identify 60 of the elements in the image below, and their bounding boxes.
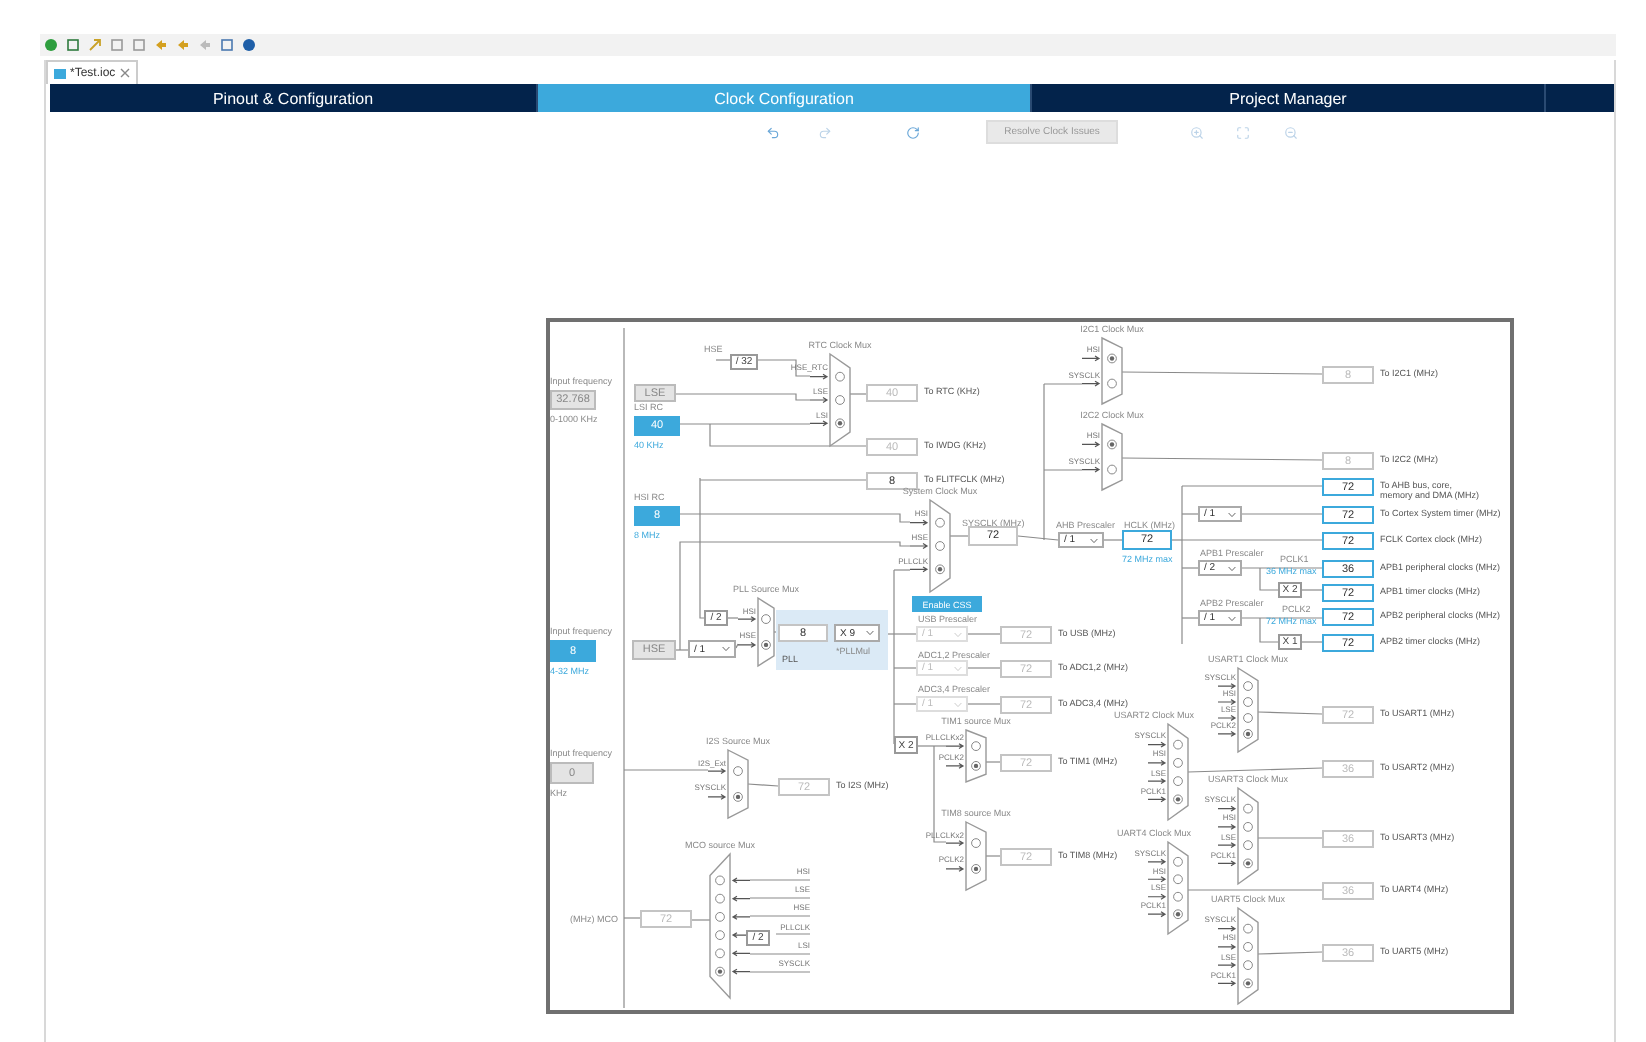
radio-button[interactable] [1243, 803, 1253, 814]
radio-button[interactable] [761, 614, 771, 624]
radio-button[interactable] [1243, 681, 1253, 691]
radio-button[interactable] [1243, 858, 1253, 869]
radio-button[interactable] [733, 766, 743, 776]
close-icon[interactable] [119, 68, 130, 78]
radio-button[interactable] [1173, 856, 1183, 867]
radio-button[interactable] [1243, 960, 1253, 970]
radio-button[interactable] [1107, 464, 1117, 475]
chevron-icon [866, 630, 874, 636]
radio-button[interactable] [835, 395, 845, 405]
radio-button[interactable] [835, 418, 845, 429]
radio-button[interactable] [1107, 353, 1117, 364]
refresh-icon[interactable] [902, 122, 922, 142]
radio-button[interactable] [715, 948, 725, 959]
chevron-icon [954, 701, 962, 707]
radio-button[interactable] [835, 371, 845, 382]
radio-button[interactable] [971, 864, 981, 874]
input-arrows-drawing [809, 373, 829, 427]
radio-button[interactable] [1243, 978, 1253, 989]
radio-button[interactable] [1173, 909, 1183, 920]
input-arrows-drawing [737, 616, 757, 648]
radio-button[interactable] [1243, 822, 1253, 832]
radio-button[interactable] [1173, 891, 1183, 902]
radio-button[interactable] [1173, 758, 1183, 768]
radio-button[interactable] [1173, 874, 1183, 885]
radio-button[interactable] [715, 875, 725, 886]
chevron-icon [1228, 565, 1236, 571]
radio-button[interactable] [1243, 942, 1253, 952]
radio-button[interactable] [935, 517, 945, 528]
undo-icon[interactable] [762, 122, 782, 142]
radio-button[interactable] [1243, 729, 1253, 739]
radio-button[interactable] [1107, 439, 1117, 450]
chevron-icon [1228, 511, 1236, 517]
chevron-icon [1090, 537, 1098, 543]
radio-button[interactable] [935, 564, 945, 575]
radio-button[interactable] [761, 640, 771, 650]
radio-button[interactable] [1243, 923, 1253, 934]
chevron-icon [1228, 615, 1236, 621]
radio-button[interactable] [1173, 739, 1183, 750]
radio-button[interactable] [715, 966, 725, 977]
main-tab[interactable]: Clock Configuration [538, 84, 1032, 112]
radio-button[interactable] [971, 741, 981, 751]
input-arrows-drawing [731, 877, 751, 975]
radio-button[interactable] [1173, 794, 1183, 805]
radio-button[interactable] [971, 838, 981, 848]
chevron-icon [954, 631, 962, 637]
radio-button[interactable] [715, 930, 725, 940]
radio-button[interactable] [1243, 697, 1253, 707]
radio-button[interactable] [935, 541, 945, 551]
chevron-icon [954, 665, 962, 671]
radio-button[interactable] [733, 792, 743, 802]
radio-button[interactable] [1173, 776, 1183, 786]
radio-button[interactable] [1243, 840, 1253, 850]
radio-button[interactable] [971, 761, 981, 771]
radio-button[interactable] [1243, 713, 1253, 723]
radio-button[interactable] [715, 893, 725, 904]
radio-button[interactable] [715, 912, 725, 922]
chevron-icon [722, 646, 730, 652]
radio-button[interactable] [1107, 378, 1117, 389]
